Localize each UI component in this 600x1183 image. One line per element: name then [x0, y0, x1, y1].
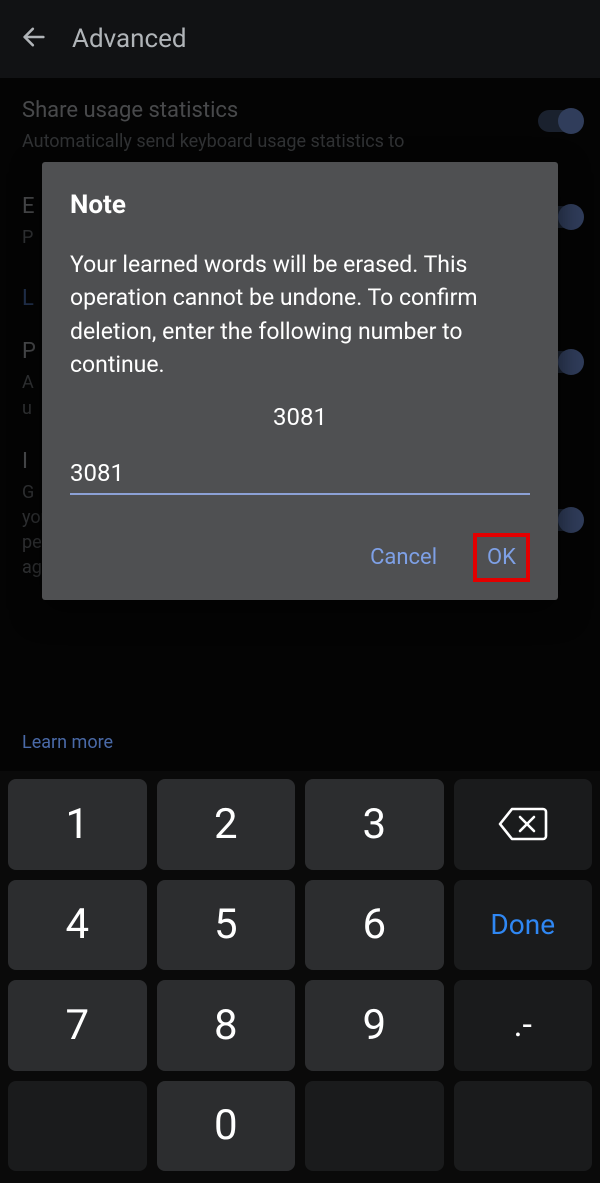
- key-8[interactable]: 8: [157, 980, 296, 1071]
- key-symbol[interactable]: .-: [454, 980, 593, 1071]
- key-done[interactable]: Done: [454, 880, 593, 971]
- key-5[interactable]: 5: [157, 880, 296, 971]
- backspace-icon: [498, 806, 548, 842]
- learn-more-link[interactable]: Learn more: [22, 732, 113, 753]
- toggle-thumb: [558, 349, 584, 375]
- key-backspace[interactable]: [454, 779, 593, 870]
- key-6[interactable]: 6: [305, 880, 444, 971]
- key-0[interactable]: 0: [157, 1081, 296, 1172]
- key-3[interactable]: 3: [305, 779, 444, 870]
- key-9[interactable]: 9: [305, 980, 444, 1071]
- key-4[interactable]: 4: [8, 880, 147, 971]
- key-7[interactable]: 7: [8, 980, 147, 1071]
- setting-title: Share usage statistics: [22, 98, 578, 123]
- toggle-thumb: [558, 204, 584, 230]
- toggle-thumb: [558, 507, 584, 533]
- dialog-title: Note: [70, 190, 530, 220]
- input-value: 3081: [70, 459, 530, 487]
- cancel-button[interactable]: Cancel: [360, 537, 447, 578]
- key-2[interactable]: 2: [157, 779, 296, 870]
- setting-subtitle: Automatically send keyboard usage statis…: [22, 129, 578, 154]
- key-empty-left: [8, 1081, 147, 1172]
- ok-button[interactable]: OK: [473, 533, 530, 582]
- dialog-actions: Cancel OK: [70, 533, 530, 582]
- page-title: Advanced: [72, 24, 187, 54]
- confirm-delete-dialog: Note Your learned words will be erased. …: [42, 162, 558, 600]
- setting-share-usage[interactable]: Share usage statistics Automatically sen…: [22, 98, 578, 154]
- app-bar: Advanced: [0, 0, 600, 78]
- arrow-left-icon: [20, 23, 48, 51]
- back-button[interactable]: [20, 23, 48, 55]
- numeric-keyboard: 1 2 3 4 5 6 Done 7 8 9 .- 0: [0, 771, 600, 1183]
- key-1[interactable]: 1: [8, 779, 147, 870]
- toggle-switch[interactable]: [538, 110, 582, 132]
- toggle-thumb: [558, 108, 584, 134]
- confirm-number-input[interactable]: 3081: [70, 459, 530, 495]
- dialog-confirm-number: 3081: [70, 403, 530, 431]
- key-empty-far-right: [454, 1081, 593, 1172]
- key-empty-right: [305, 1081, 444, 1172]
- dialog-body: Your learned words will be erased. This …: [70, 248, 530, 381]
